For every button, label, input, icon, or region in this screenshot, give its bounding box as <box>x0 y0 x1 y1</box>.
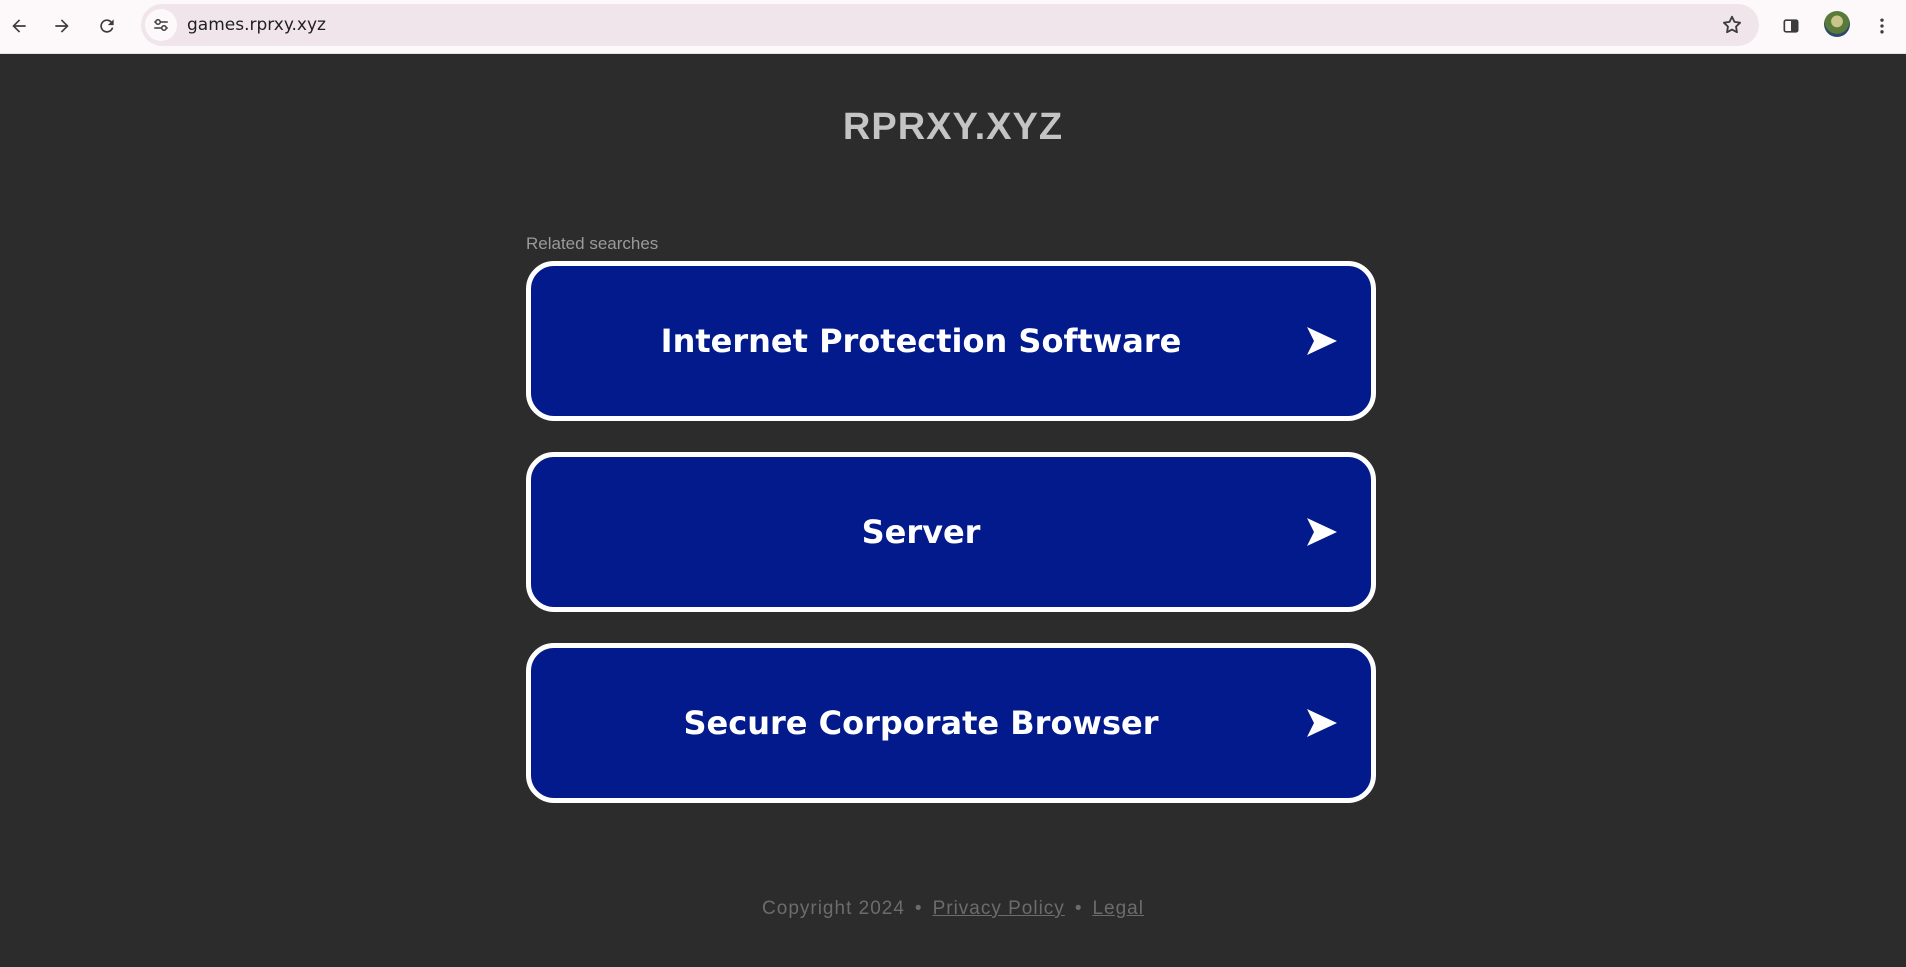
kebab-menu-icon <box>1880 18 1884 34</box>
bookmark-star-icon <box>1723 15 1741 34</box>
related-search-label: Secure Corporate Browser <box>683 704 1159 742</box>
related-searches-list: Internet Protection Software Server Secu… <box>526 261 1376 834</box>
url-text[interactable]: games.rprxy.xyz <box>187 4 326 46</box>
privacy-policy-link[interactable]: Privacy Policy <box>933 898 1065 919</box>
menu-button[interactable] <box>1864 8 1900 44</box>
profile-avatar[interactable] <box>1824 11 1850 37</box>
footer-separator: • <box>914 898 923 919</box>
back-button[interactable] <box>1 8 37 44</box>
address-bar[interactable]: games.rprxy.xyz <box>141 4 1759 46</box>
page-content: RPRXY.XYZ Related searches Internet Prot… <box>0 54 1906 967</box>
copyright-text: Copyright 2024 <box>762 898 905 919</box>
forward-arrow-icon <box>55 19 69 33</box>
related-search-button[interactable]: Secure Corporate Browser <box>526 643 1376 803</box>
arrow-right-icon <box>1307 327 1337 355</box>
side-panel-icon <box>1783 19 1799 33</box>
arrow-right-icon <box>1307 709 1337 737</box>
reload-button[interactable] <box>89 8 125 44</box>
back-arrow-icon <box>12 19 26 33</box>
related-searches-label: Related searches <box>526 234 659 253</box>
bookmark-button[interactable] <box>1717 10 1747 40</box>
arrow-right-icon <box>1307 518 1337 546</box>
browser-toolbar: games.rprxy.xyz <box>0 0 1906 54</box>
related-search-label: Server <box>861 513 981 551</box>
related-search-button[interactable]: Server <box>526 452 1376 612</box>
site-title: RPRXY.XYZ <box>842 106 1064 148</box>
footer: Copyright 2024 • Privacy Policy • Legal <box>0 898 1906 920</box>
related-search-button[interactable]: Internet Protection Software <box>526 261 1376 421</box>
legal-link[interactable]: Legal <box>1092 898 1144 919</box>
side-panel-button[interactable] <box>1773 8 1809 44</box>
related-search-label: Internet Protection Software <box>660 322 1182 360</box>
site-info-icon <box>154 19 168 31</box>
site-info-button[interactable] <box>145 9 177 41</box>
reload-icon <box>100 19 114 33</box>
forward-button[interactable] <box>44 8 80 44</box>
footer-separator: • <box>1074 898 1083 919</box>
